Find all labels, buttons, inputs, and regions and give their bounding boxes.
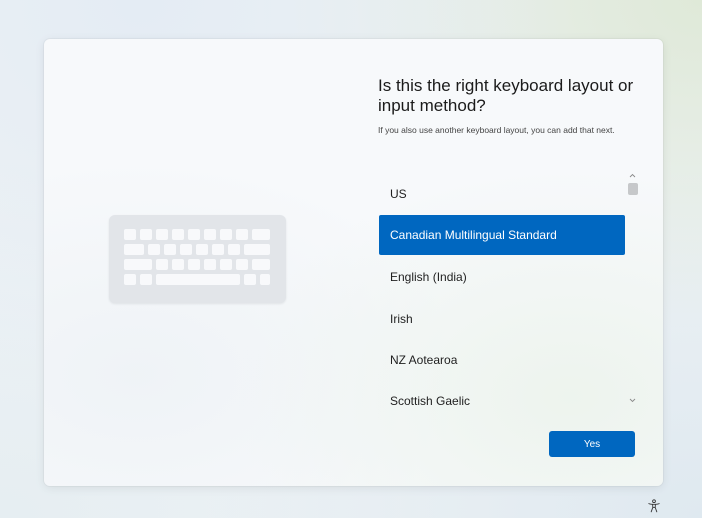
- keyboard-key: [244, 274, 256, 285]
- keyboard-key: [124, 229, 136, 240]
- layout-option-label: NZ Aotearoa: [390, 353, 458, 367]
- keyboard-key: [156, 229, 168, 240]
- scroll-track[interactable]: [631, 197, 634, 395]
- keyboard-key: [180, 244, 192, 255]
- keyboard-key: [124, 274, 136, 285]
- keyboard-key: [172, 229, 184, 240]
- keyboard-key: [204, 259, 216, 270]
- keyboard-key: [236, 259, 248, 270]
- keyboard-key: [196, 244, 208, 255]
- layout-option-label: US: [390, 187, 407, 201]
- chevron-down-icon-glyph: [629, 398, 636, 403]
- keyboard-icon: [109, 215, 286, 303]
- page-subtitle: If you also use another keyboard layout,…: [378, 125, 615, 135]
- keyboard-key: [244, 244, 270, 255]
- accessibility-icon-glyph: [648, 499, 660, 513]
- keyboard-key: [172, 259, 184, 270]
- keyboard-key: [220, 229, 232, 240]
- layout-option-scottish-gaelic[interactable]: Scottish Gaelic: [379, 381, 625, 417]
- oobe-background: { "setup": { "title": "Is this the right…: [0, 0, 702, 518]
- keyboard-key: [228, 244, 240, 255]
- layout-option-label: English (India): [390, 270, 467, 284]
- keyboard-key: [124, 244, 144, 255]
- layout-option-label: Scottish Gaelic: [390, 394, 471, 408]
- keyboard-layout-list[interactable]: US Canadian Multilingual Standard Englis…: [379, 172, 626, 417]
- keyboard-key: [124, 259, 152, 270]
- layout-option-canadian-multilingual-standard[interactable]: Canadian Multilingual Standard: [379, 215, 625, 255]
- keyboard-key: [212, 244, 224, 255]
- yes-button[interactable]: Yes: [549, 431, 635, 457]
- keyboard-key: [164, 244, 176, 255]
- setup-card: Is this the right keyboard layout or inp…: [44, 39, 663, 486]
- keyboard-spacebar: [156, 274, 240, 285]
- keyboard-key: [220, 259, 232, 270]
- keyboard-key: [252, 229, 270, 240]
- keyboard-key: [236, 229, 248, 240]
- keyboard-key: [140, 274, 152, 285]
- layout-option-label: Irish: [390, 312, 413, 326]
- page-title: Is this the right keyboard layout or inp…: [378, 76, 634, 115]
- list-scrollbar[interactable]: [627, 172, 638, 409]
- layout-option-english-india[interactable]: English (India): [379, 257, 625, 297]
- keyboard-key: [188, 259, 200, 270]
- chevron-up-icon-glyph: [629, 173, 636, 178]
- keyboard-key: [148, 244, 160, 255]
- layout-option-us[interactable]: US: [379, 174, 625, 214]
- keyboard-key: [260, 274, 270, 285]
- keyboard-key: [204, 229, 216, 240]
- keyboard-key: [156, 259, 168, 270]
- layout-option-label: Canadian Multilingual Standard: [390, 228, 557, 242]
- keyboard-key: [252, 259, 270, 270]
- layout-option-irish[interactable]: Irish: [379, 299, 625, 339]
- keyboard-key: [188, 229, 200, 240]
- layout-option-nz-aotearoa[interactable]: NZ Aotearoa: [379, 340, 625, 380]
- chevron-up-icon[interactable]: [627, 172, 638, 182]
- keyboard-key: [140, 229, 152, 240]
- chevron-down-icon[interactable]: [627, 397, 638, 407]
- scroll-thumb[interactable]: [628, 183, 638, 195]
- accessibility-icon[interactable]: [647, 499, 661, 513]
